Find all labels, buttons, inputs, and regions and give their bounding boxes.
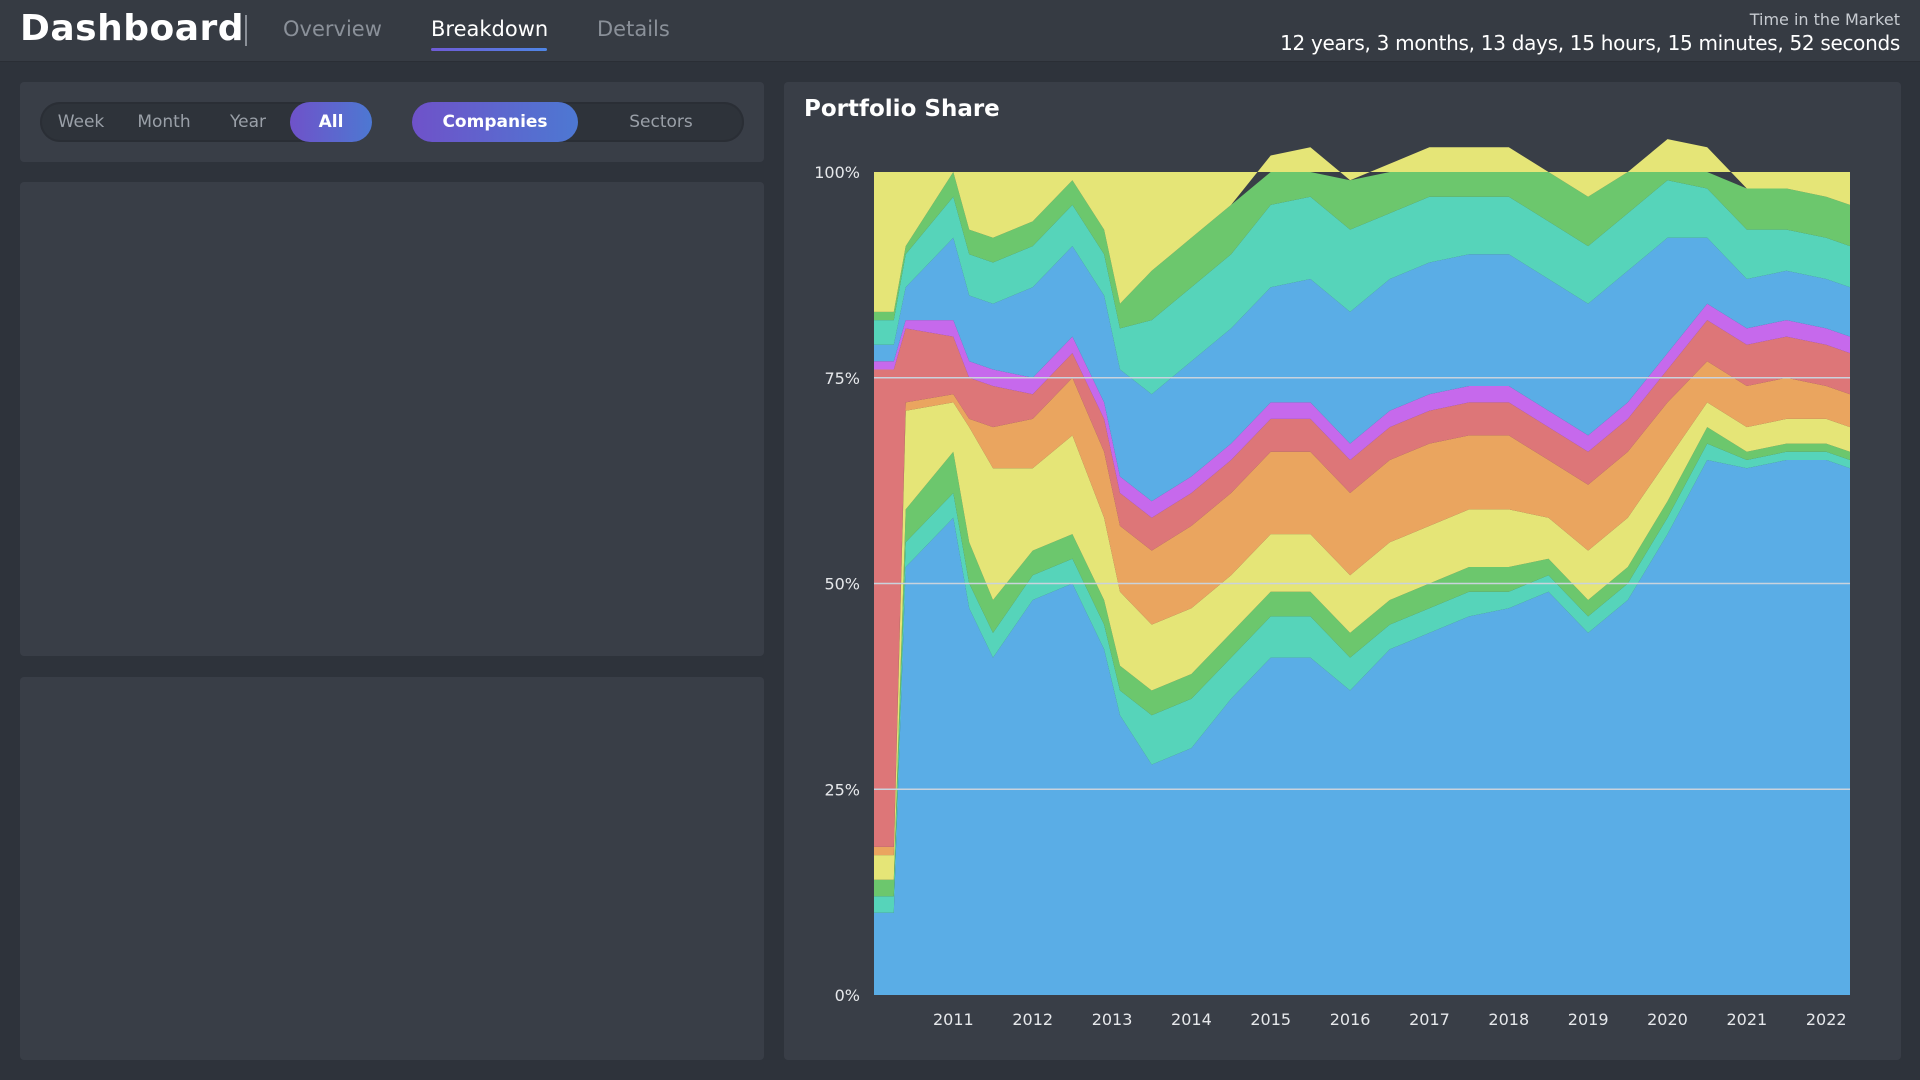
x-tick-label: 2015 [1250,1010,1291,1029]
x-tick-label: 2012 [1012,1010,1053,1029]
y-tick-label: 0% [835,986,860,1005]
x-tick-label: 2018 [1488,1010,1529,1029]
range-month-button[interactable]: Month [122,102,206,142]
x-tick-label: 2017 [1409,1010,1450,1029]
view-companies-button[interactable]: Companies [412,102,578,142]
y-tick-label: 75% [824,369,860,388]
time-in-market-label: Time in the Market [1749,10,1900,29]
app-title: Dashboard [20,8,245,49]
time-in-market-value: 12 years, 3 months, 13 days, 15 hours, 1… [1280,31,1900,55]
x-tick-label: 2014 [1171,1010,1212,1029]
x-tick-label: 2016 [1330,1010,1371,1029]
tab-details[interactable]: Details [597,17,670,41]
title-divider [245,15,247,46]
range-week-button[interactable]: Week [40,102,122,142]
x-tick-label: 2020 [1647,1010,1688,1029]
empty-panel-bottom [20,677,764,1060]
x-tick-label: 2021 [1726,1010,1767,1029]
tab-overview[interactable]: Overview [283,17,382,41]
chart-title: Portfolio Share [804,96,1000,122]
range-year-button[interactable]: Year [206,102,290,142]
x-tick-label: 2019 [1568,1010,1609,1029]
y-tick-label: 100% [814,163,860,182]
view-selector: Companies Sectors [412,102,744,142]
portfolio-share-chart: 0% 25% 50% 75% 100% 2011 2012 2013 2014 2015 2016… [814,139,1850,1029]
tab-breakdown[interactable]: Breakdown [431,17,548,41]
active-tab-indicator [431,48,547,51]
y-tick-label: 50% [824,575,860,594]
x-tick-label: 2011 [933,1010,974,1029]
x-tick-label: 2013 [1092,1010,1133,1029]
empty-panel-top [20,182,764,656]
x-tick-label: 2022 [1806,1010,1847,1029]
time-range-selector: Week Month Year All [40,102,372,142]
y-tick-label: 25% [824,780,860,799]
view-sectors-button[interactable]: Sectors [578,102,744,142]
top-header: Dashboard Overview Breakdown Details Tim… [0,0,1920,62]
range-all-button[interactable]: All [290,102,372,142]
portfolio-share-panel: 0% 25% 50% 75% 100% 2011 2012 2013 2014 2015 2016… [784,82,1901,1060]
controls-panel: Week Month Year All Companies Sectors [20,82,764,162]
